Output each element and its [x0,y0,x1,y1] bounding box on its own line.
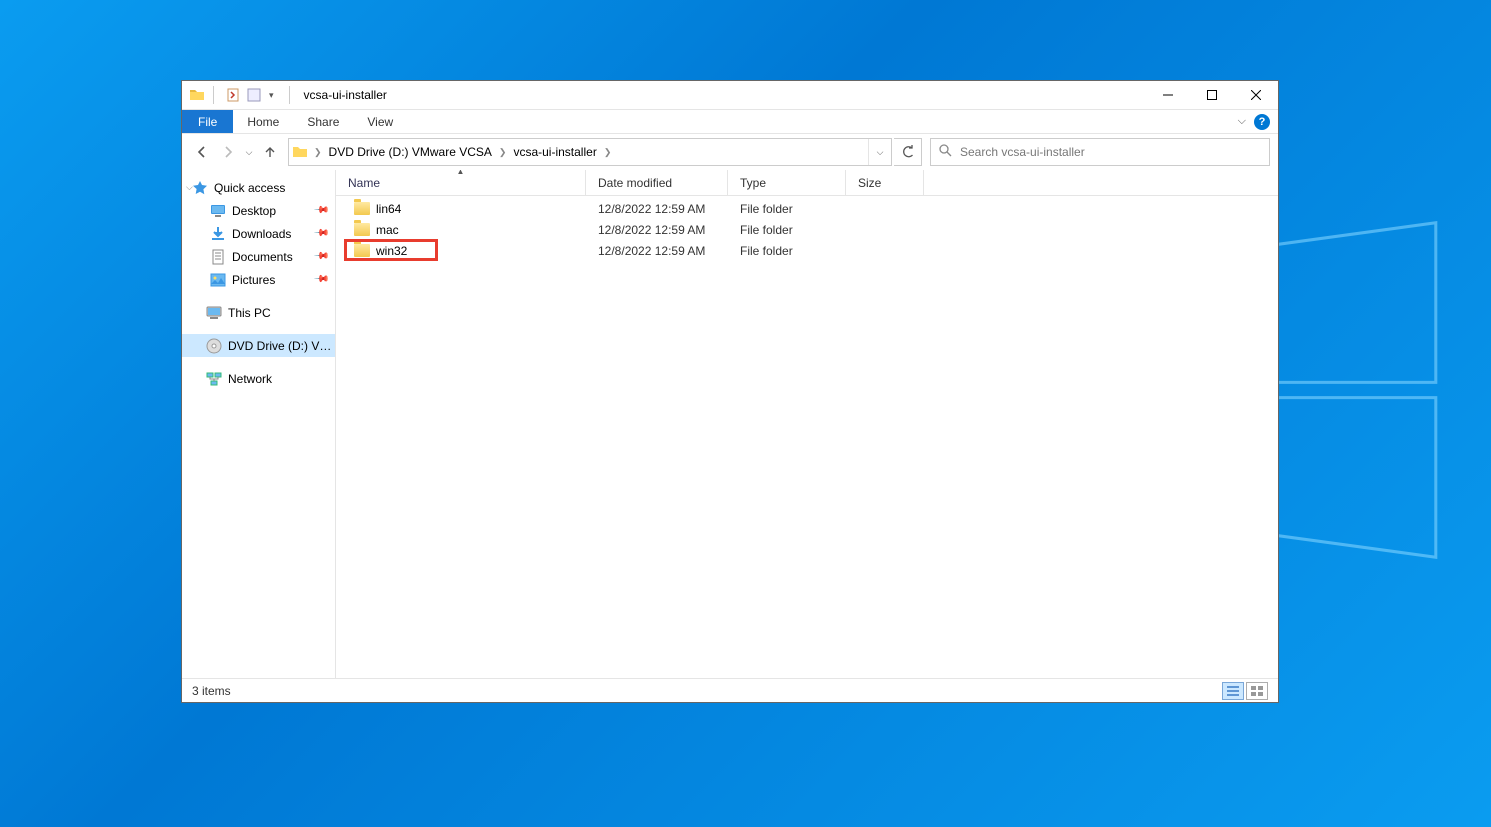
address-folder-icon [289,144,311,160]
file-list[interactable]: lin6412/8/2022 12:59 AMFile foldermac12/… [336,196,1278,678]
status-bar: 3 items [182,678,1278,702]
nav-forward-button[interactable] [216,140,240,164]
column-date[interactable]: Date modified [586,170,728,195]
window-folder-icon [189,87,205,103]
folder-icon [354,244,370,257]
file-date: 12/8/2022 12:59 AM [586,202,728,216]
quick-access-icon [192,180,208,196]
navpane-quick-access[interactable]: ⌵ Quick access [182,176,335,199]
file-date: 12/8/2022 12:59 AM [586,223,728,237]
this-pc-icon [206,305,222,321]
file-date: 12/8/2022 12:59 AM [586,244,728,258]
breadcrumb-dvd[interactable]: DVD Drive (D:) VMware VCSA [325,145,496,159]
qat-newfolder-icon[interactable] [246,87,262,103]
maximize-button[interactable] [1190,81,1234,110]
navpane-pictures[interactable]: Pictures 📌 [182,268,335,291]
file-row-mac[interactable]: mac 12/8/2022 12:59 AMFile folder [336,219,1278,240]
ribbon-tab-view[interactable]: View [353,110,407,133]
file-name-label: win32 [376,244,407,258]
ribbon-tab-file[interactable]: File [182,110,233,133]
file-type: File folder [728,202,846,216]
view-large-icons-button[interactable] [1246,682,1268,700]
close-button[interactable] [1234,81,1278,110]
breadcrumb-current[interactable]: vcsa-ui-installer [509,145,600,159]
column-name[interactable]: Name ▲ [336,170,586,195]
navigation-pane: ⌵ Quick access Desktop 📌 [182,170,336,678]
sort-indicator-icon: ▲ [457,170,465,176]
nav-up-button[interactable] [258,140,282,164]
search-icon [939,144,952,160]
ribbon: File Home Share View ⌵ ? [182,110,1278,134]
explorer-window: ▾ vcsa-ui-installer File Home Share View… [181,80,1279,703]
navpane-documents[interactable]: Documents 📌 [182,245,335,268]
navpane-dvd-drive[interactable]: DVD Drive (D:) VMwa [182,334,335,357]
ribbon-tab-home[interactable]: Home [233,110,293,133]
folder-icon [354,202,370,215]
ribbon-tab-share[interactable]: Share [293,110,353,133]
file-row-lin64[interactable]: lin64 12/8/2022 12:59 AMFile folder [336,198,1278,219]
qat-dropdown-icon[interactable]: ▾ [266,90,277,101]
ribbon-collapse-icon[interactable]: ⌵ [1238,115,1246,128]
file-row-win32[interactable]: win32 12/8/2022 12:59 AMFile folder [336,240,1278,261]
pin-icon: 📌 [312,248,329,265]
column-type[interactable]: Type [728,170,846,195]
navpane-downloads[interactable]: Downloads 📌 [182,222,335,245]
search-box[interactable] [930,138,1270,166]
pin-icon: 📌 [312,225,329,242]
nav-back-button[interactable] [190,140,214,164]
content-area: Name ▲ Date modified Type Size lin64 12/8… [336,170,1278,678]
column-size[interactable]: Size [846,170,924,195]
navpane-this-pc[interactable]: This PC [182,301,335,324]
breadcrumb-sep-2[interactable]: ❯ [601,147,615,158]
navigation-bar: ⌵ ❯ DVD Drive (D:) VMware VCSA ❯ vcsa-ui… [182,134,1278,170]
pin-icon: 📌 [312,202,329,219]
file-name-label: mac [376,223,399,237]
file-name-label: lin64 [376,202,401,216]
file-type: File folder [728,223,846,237]
dvd-icon [206,338,222,354]
titlebar: ▾ vcsa-ui-installer [182,81,1278,110]
address-bar[interactable]: ❯ DVD Drive (D:) VMware VCSA ❯ vcsa-ui-i… [288,138,892,166]
folder-icon [354,223,370,236]
address-history-dropdown[interactable]: ⌵ [869,139,891,165]
desktop-icon [210,203,226,219]
expand-icon[interactable]: ⌵ [186,182,193,193]
pin-icon: 📌 [312,271,329,288]
minimize-button[interactable] [1146,81,1190,110]
status-text: 3 items [192,684,231,698]
search-input[interactable] [960,145,1261,159]
breadcrumb-root-sep[interactable]: ❯ [311,147,325,158]
window-title: vcsa-ui-installer [304,88,387,102]
nav-recent-dropdown[interactable]: ⌵ [242,140,256,164]
navpane-desktop[interactable]: Desktop 📌 [182,199,335,222]
qat-properties-icon[interactable] [226,87,242,103]
help-icon[interactable]: ? [1254,114,1270,130]
pictures-icon [210,272,226,288]
navpane-network[interactable]: Network [182,367,335,390]
downloads-icon [210,226,226,242]
refresh-button[interactable] [894,138,922,166]
column-headers: Name ▲ Date modified Type Size [336,170,1278,196]
quick-access-toolbar: ▾ [222,87,281,103]
documents-icon [210,249,226,265]
file-type: File folder [728,244,846,258]
network-icon [206,371,222,387]
view-details-button[interactable] [1222,682,1244,700]
breadcrumb-sep-1[interactable]: ❯ [496,147,510,158]
